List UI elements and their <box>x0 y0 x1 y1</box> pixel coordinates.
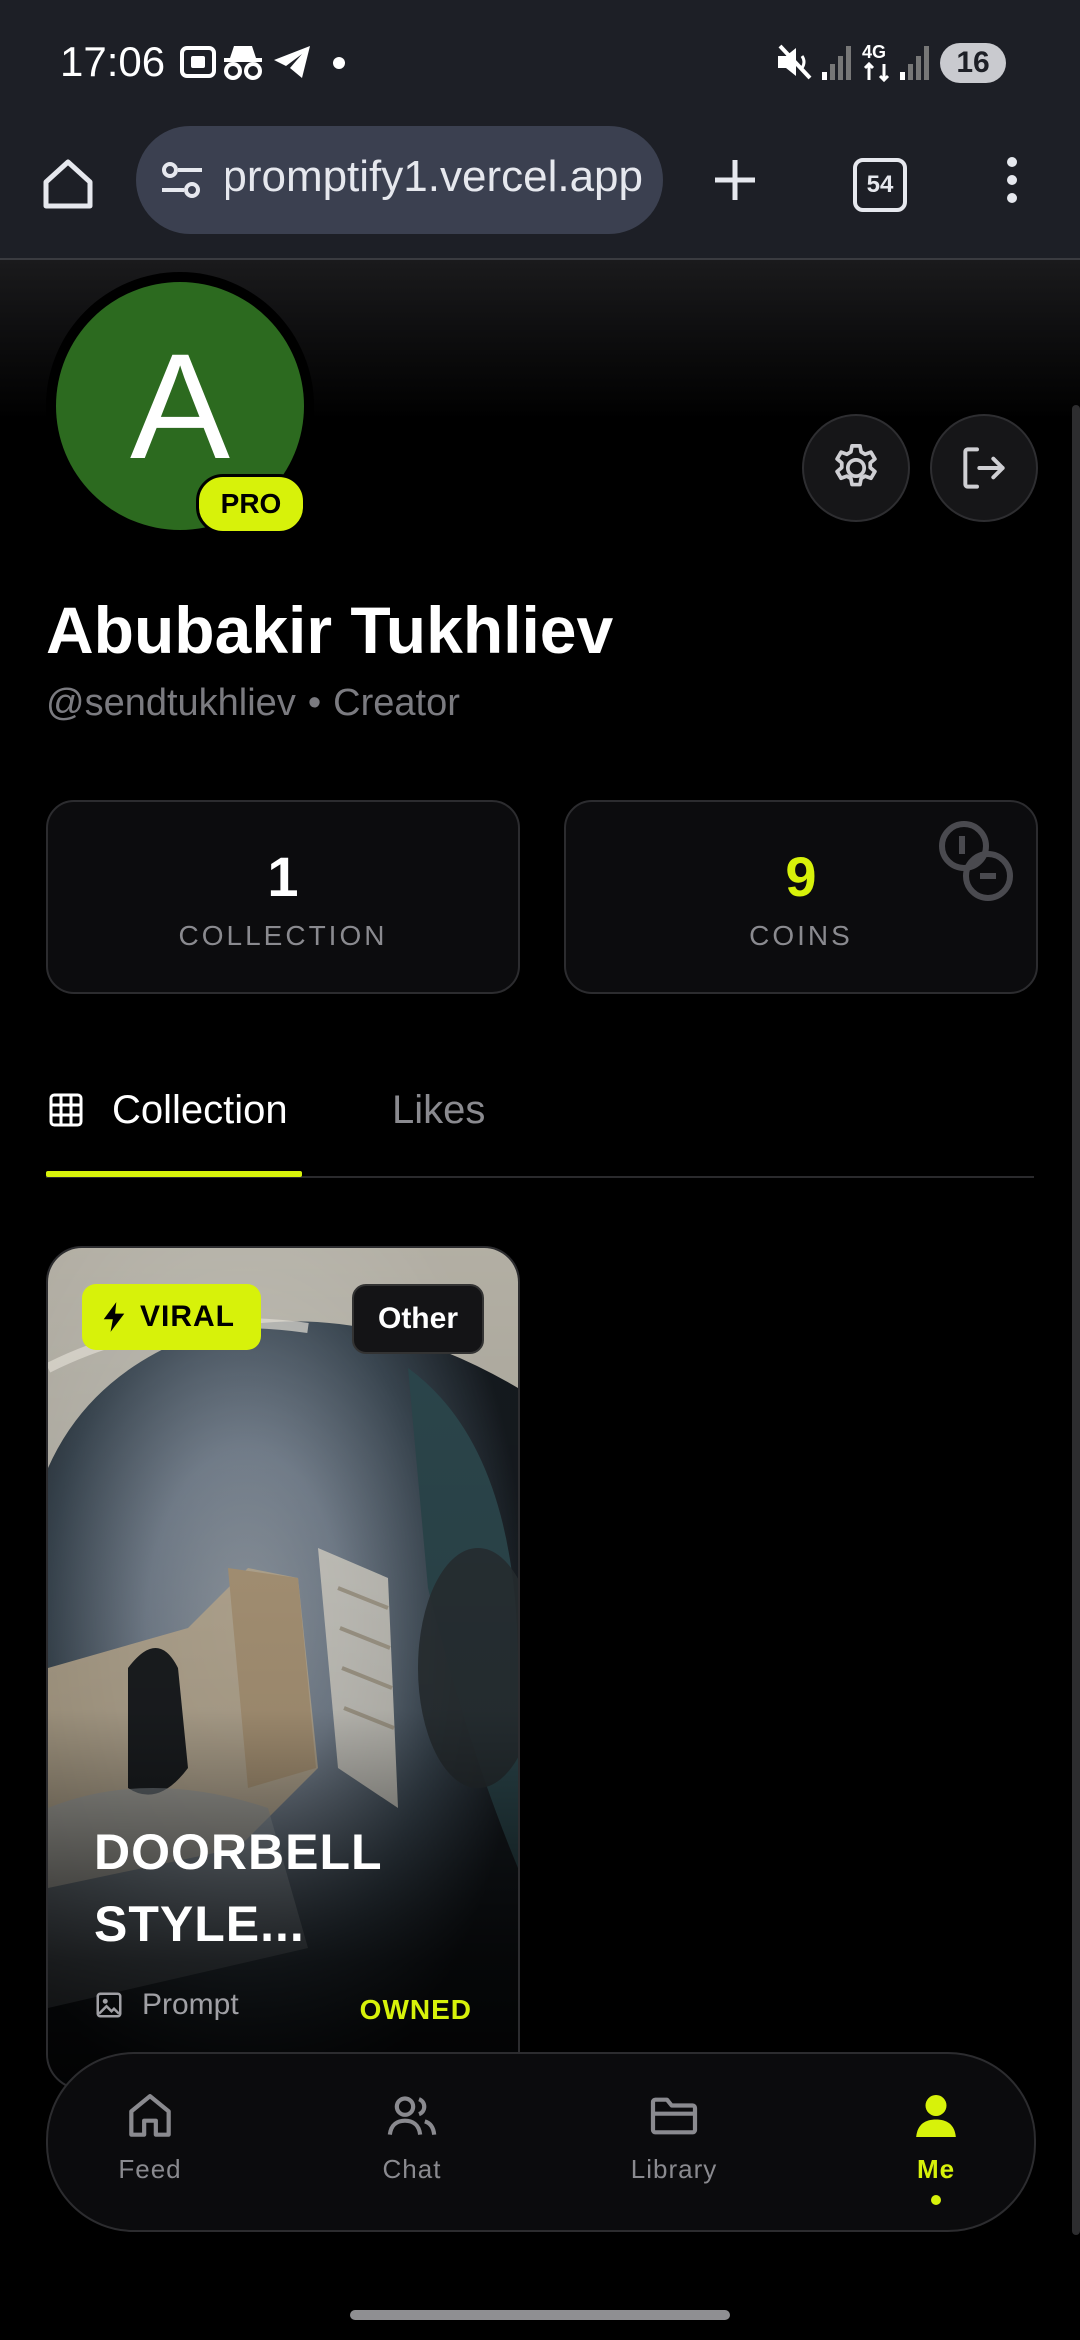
tab-collection[interactable]: Collection <box>46 1080 288 1140</box>
viral-badge: VIRAL <box>82 1284 261 1350</box>
collection-label: COLLECTION <box>178 920 388 951</box>
owned-status: OWNED <box>359 1994 472 2025</box>
card-title: DOORBELL STYLE... <box>94 1824 382 1952</box>
address-bar[interactable]: promptify1.vercel.app <box>136 126 663 234</box>
coins-label: COINS <box>749 920 853 951</box>
status-time: 17:06 <box>60 38 166 85</box>
nav-feed[interactable]: Feed <box>70 2088 230 2185</box>
profile-subtitle: @sendtukhliev • Creator <box>46 682 460 725</box>
incognito-icon <box>222 42 264 82</box>
profile-handle: @sendtukhliev <box>46 682 296 724</box>
tab-likes[interactable]: Likes <box>392 1080 485 1140</box>
site-settings-icon[interactable] <box>158 156 206 204</box>
nav-library-label: Library <box>630 2154 718 2184</box>
card-type-label: Prompt <box>142 1988 239 2021</box>
active-tab-indicator <box>46 1171 302 1177</box>
gesture-home-indicator[interactable] <box>350 2310 730 2320</box>
settings-button[interactable] <box>802 414 910 522</box>
page-scrollbar[interactable] <box>1072 405 1080 2235</box>
browser-toolbar: promptify1.vercel.app 54 <box>0 126 1080 260</box>
screenshot-icon <box>178 42 218 82</box>
nav-me-label: Me <box>916 2154 956 2184</box>
collection-card[interactable]: VIRAL Other DOORBELL STYLE... Prompt OWN… <box>46 1246 520 2090</box>
nav-library[interactable]: Library <box>594 2088 754 2185</box>
category-badge: Other <box>351 1284 484 1354</box>
bottom-navigation: Feed Chat Library Me <box>46 2052 1036 2232</box>
user-icon <box>916 2095 956 2137</box>
folder-icon <box>650 2097 698 2135</box>
signal-icon <box>820 42 854 82</box>
browser-menu-icon[interactable] <box>1000 150 1024 210</box>
nav-chat[interactable]: Chat <box>332 2088 492 2185</box>
logout-button[interactable] <box>930 414 1038 522</box>
grid-icon <box>49 1093 83 1127</box>
telegram-icon <box>272 42 312 82</box>
coins-count: 9 <box>785 845 817 908</box>
signal-icon-2 <box>898 42 932 82</box>
collection-count: 1 <box>267 845 299 908</box>
status-bar: 17:06 4G 16 <box>0 0 1080 126</box>
notification-dot-icon <box>332 56 346 70</box>
home-icon <box>129 2094 171 2137</box>
coins-stat-card[interactable]: 9 COINS <box>564 800 1038 994</box>
lightning-icon <box>103 1302 125 1332</box>
tab-likes-label: Likes <box>392 1087 486 1132</box>
tab-collection-label: Collection <box>112 1087 288 1132</box>
browser-home-button[interactable] <box>36 152 100 216</box>
image-icon <box>96 1992 122 2018</box>
card-thumbnail <box>48 1248 518 2088</box>
nav-chat-label: Chat <box>382 2154 442 2184</box>
svg-text:4G: 4G <box>862 42 886 62</box>
collection-stat-card[interactable]: 1 COLLECTION <box>46 800 520 994</box>
logout-icon <box>963 447 1005 489</box>
gear-icon <box>835 443 877 487</box>
profile-name: Abubakir Tukhliev <box>46 593 614 667</box>
active-nav-dot <box>931 2195 941 2205</box>
nav-me[interactable]: Me <box>856 2088 1016 2205</box>
url-text[interactable]: promptify1.vercel.app <box>226 152 643 202</box>
profile-role: Creator <box>333 682 460 724</box>
mute-icon <box>774 42 814 82</box>
viral-badge-label: VIRAL <box>140 1300 235 1333</box>
separator-dot: • <box>307 682 322 724</box>
new-tab-button[interactable] <box>705 150 765 210</box>
battery-indicator: 16 <box>940 43 1006 83</box>
tab-switcher-button[interactable]: 54 <box>853 158 907 212</box>
card-type: Prompt <box>94 1988 239 2022</box>
4g-icon: 4G <box>860 40 894 84</box>
pro-badge: PRO <box>196 474 306 534</box>
users-icon <box>387 2096 437 2136</box>
nav-feed-label: Feed <box>118 2154 182 2184</box>
